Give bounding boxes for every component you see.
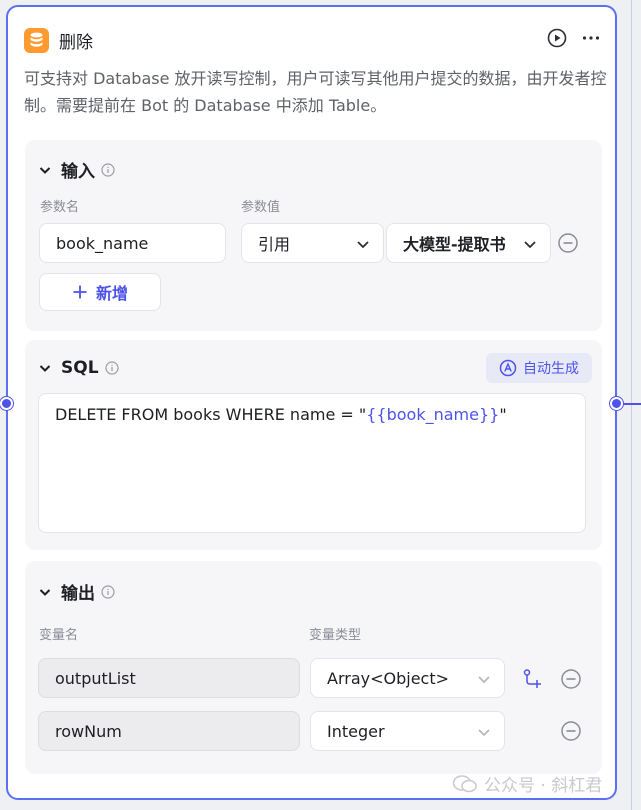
auto-generate-label: 自动生成 xyxy=(523,361,579,377)
node-title: 删除 xyxy=(59,32,93,53)
output-var-type-value: Array<Object> xyxy=(327,668,450,688)
sql-query-text: DELETE FROM books WHERE name = " xyxy=(55,405,367,424)
info-icon[interactable] xyxy=(101,584,115,599)
output-panel: 输出 变量名 变量类型 outputList Array<Object> row… xyxy=(25,561,602,774)
add-child-field-icon[interactable] xyxy=(521,668,543,690)
sql-query-suffix: " xyxy=(499,405,507,424)
var-name-label: 变量名 xyxy=(39,628,79,643)
param-name-label: 参数名 xyxy=(40,200,80,215)
chevron-down-icon[interactable] xyxy=(37,360,53,376)
param-source-select[interactable]: 大模型-提取书 xyxy=(386,223,551,263)
chevron-down-icon[interactable] xyxy=(37,584,53,600)
info-icon[interactable] xyxy=(101,162,115,177)
input-title: 输入 xyxy=(61,162,95,182)
chevron-down-icon xyxy=(478,729,490,737)
chevron-down-icon[interactable] xyxy=(37,162,53,178)
sql-panel: SQL 自动生成 DELETE FROM books WHERE name = … xyxy=(25,340,602,550)
output-var-name-field: rowNum xyxy=(38,711,300,751)
output-edge xyxy=(622,403,641,405)
param-type-value: 引用 xyxy=(258,235,291,254)
chevron-down-icon xyxy=(478,676,490,684)
output-var-type-select[interactable]: Integer xyxy=(310,711,505,751)
auto-generate-button[interactable]: 自动生成 xyxy=(486,353,592,383)
input-port[interactable] xyxy=(0,397,13,410)
output-var-type-value: Integer xyxy=(327,721,385,741)
sql-editor[interactable]: DELETE FROM books WHERE name = "{{book_n… xyxy=(38,393,586,533)
database-delete-node[interactable]: 删除 可支持对 Database 放开读写控制，用户可读写其他用户提交的数据，由… xyxy=(6,5,617,800)
add-param-button[interactable]: 新增 xyxy=(39,273,161,311)
remove-param-icon[interactable] xyxy=(558,233,578,253)
canvas-edge-line xyxy=(631,0,632,810)
ai-generate-icon xyxy=(499,359,517,377)
remove-output-icon[interactable] xyxy=(561,669,581,689)
input-panel: 输入 参数名 参数值 book_name 引用 大模型-提取书 新增 xyxy=(25,140,602,331)
param-type-select[interactable]: 引用 xyxy=(241,223,384,263)
param-name-field[interactable]: book_name xyxy=(39,223,226,263)
output-title: 输出 xyxy=(61,584,95,604)
more-icon[interactable] xyxy=(581,28,601,52)
info-icon[interactable] xyxy=(104,361,119,375)
watermark: 公众号 · 斜杠君 xyxy=(452,771,602,796)
remove-output-icon[interactable] xyxy=(561,721,581,741)
output-port[interactable] xyxy=(610,397,623,410)
run-icon[interactable] xyxy=(547,28,567,52)
chevron-down-icon xyxy=(357,241,369,249)
sql-title: SQL xyxy=(61,358,99,378)
output-var-name-field: outputList xyxy=(38,658,300,698)
node-header: 删除 xyxy=(24,26,601,54)
plus-icon xyxy=(73,285,87,299)
chevron-down-icon xyxy=(524,241,536,249)
output-var-type-select[interactable]: Array<Object> xyxy=(310,658,505,698)
add-param-label: 新增 xyxy=(95,284,128,303)
wechat-icon xyxy=(452,774,477,792)
var-type-label: 变量类型 xyxy=(309,628,362,643)
param-source-value: 大模型-提取书 xyxy=(403,235,506,254)
sql-variable: {{book_name}} xyxy=(366,405,500,424)
database-icon xyxy=(24,27,49,53)
param-value-label: 参数值 xyxy=(241,200,281,215)
node-description: 可支持对 Database 放开读写控制，用户可读写其他用户提交的数据，由开发者… xyxy=(24,69,607,115)
watermark-text: 公众号 · 斜杠君 xyxy=(484,776,603,796)
